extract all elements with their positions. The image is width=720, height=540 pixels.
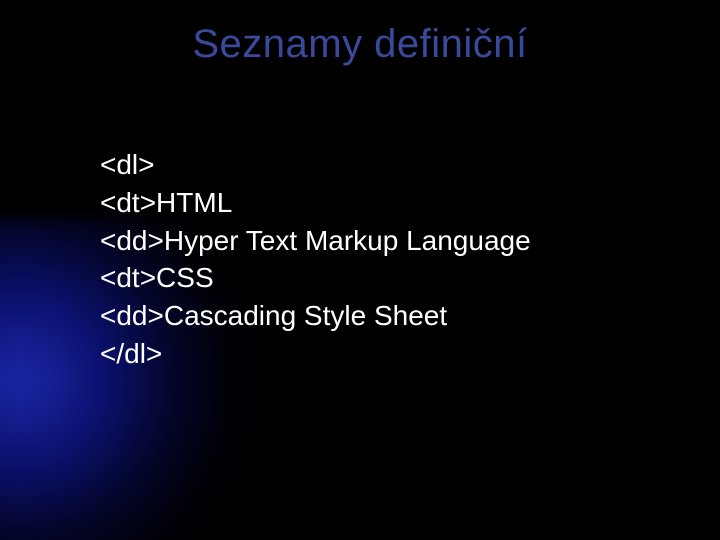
code-line: <dd>Cascading Style Sheet bbox=[100, 297, 680, 335]
code-line: <dt>CSS bbox=[100, 259, 680, 297]
slide: Seznamy definiční <dl> <dt>HTML <dd>Hype… bbox=[0, 0, 720, 540]
slide-title: Seznamy definiční bbox=[0, 22, 720, 67]
code-line: <dt>HTML bbox=[100, 184, 680, 222]
slide-body: <dl> <dt>HTML <dd>Hyper Text Markup Lang… bbox=[100, 146, 680, 373]
code-line: </dl> bbox=[100, 335, 680, 373]
code-line: <dl> bbox=[100, 146, 680, 184]
code-line: <dd>Hyper Text Markup Language bbox=[100, 222, 680, 260]
